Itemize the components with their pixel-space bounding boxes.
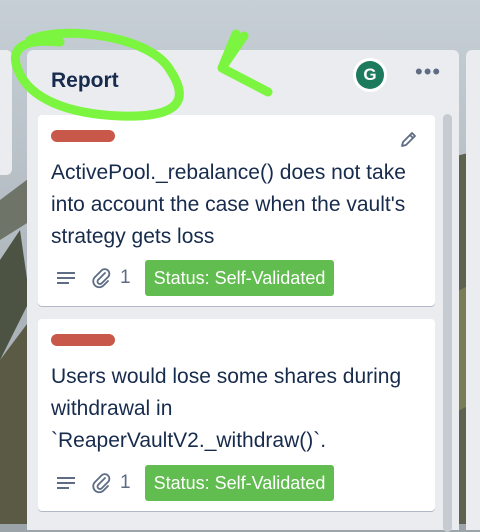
- annotation-overlay: [10, 28, 273, 121]
- annotation-circle: [10, 28, 184, 121]
- annotation-arrow: [217, 29, 273, 97]
